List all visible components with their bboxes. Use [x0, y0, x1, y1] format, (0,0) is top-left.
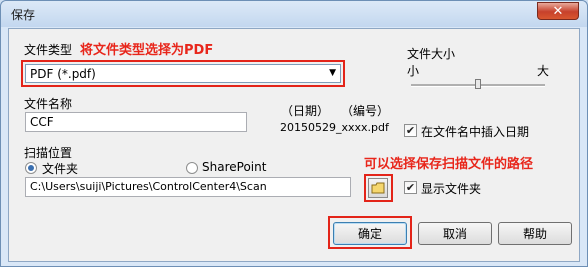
file-type-select[interactable]: PDF (*.pdf) ▼	[25, 64, 341, 83]
dialog-body: 文件类型 将文件类型选择为PDF PDF (*.pdf) ▼ 文件大小 小 大 …	[8, 28, 580, 262]
browse-folder-button[interactable]	[368, 178, 388, 198]
path-annotation: 可以选择保存扫描文件的路径	[364, 157, 534, 172]
help-button[interactable]: 帮助	[498, 222, 572, 245]
cancel-label: 取消	[442, 227, 467, 241]
show-folder-checkbox[interactable]: ✔	[404, 181, 417, 194]
title-bar[interactable]: 保存 ✕	[1, 1, 587, 27]
number-caption: （编号）	[341, 104, 390, 118]
file-type-annotation: 将文件类型选择为PDF	[80, 43, 214, 58]
file-type-value: PDF (*.pdf)	[30, 67, 96, 81]
file-name-input[interactable]: CCF	[25, 112, 247, 132]
file-size-slider-thumb[interactable]	[475, 79, 481, 89]
close-button[interactable]: ✕	[537, 2, 579, 20]
file-size-min-label: 小	[407, 64, 420, 78]
help-label: 帮助	[522, 227, 547, 241]
scan-location-label: 扫描位置	[24, 146, 73, 160]
scan-path-input[interactable]: C:\Users\suiji\Pictures\ControlCenter4\S…	[25, 177, 351, 197]
folder-icon	[371, 182, 385, 194]
file-size-max-label: 大	[537, 64, 550, 78]
close-icon: ✕	[552, 3, 564, 19]
ok-label: 确定	[357, 227, 382, 241]
folder-radio-label: 文件夹	[42, 162, 79, 176]
sharepoint-radio-label: SharePoint	[202, 160, 267, 174]
show-folder-label: 显示文件夹	[421, 182, 482, 196]
insert-date-checkbox[interactable]: ✔	[404, 124, 417, 137]
ok-button[interactable]: 确定	[333, 222, 407, 245]
checkmark-icon: ✔	[405, 181, 416, 194]
file-type-label: 文件类型	[24, 43, 73, 57]
cancel-button[interactable]: 取消	[418, 222, 492, 245]
folder-radio[interactable]	[25, 162, 37, 174]
save-dialog: 保存 ✕ 文件类型 将文件类型选择为PDF PDF (*.pdf) ▼ 文件大小…	[0, 0, 588, 267]
file-name-label: 文件名称	[24, 97, 73, 111]
insert-date-label: 在文件名中插入日期	[421, 125, 530, 139]
filename-preview: 20150529_xxxx.pdf	[280, 121, 389, 134]
window-title: 保存	[11, 8, 36, 22]
file-size-label: 文件大小	[407, 47, 456, 61]
checkmark-icon: ✔	[405, 124, 416, 137]
sharepoint-radio[interactable]	[186, 162, 198, 174]
date-caption: （日期）	[281, 104, 330, 118]
chevron-down-icon: ▼	[329, 68, 336, 78]
